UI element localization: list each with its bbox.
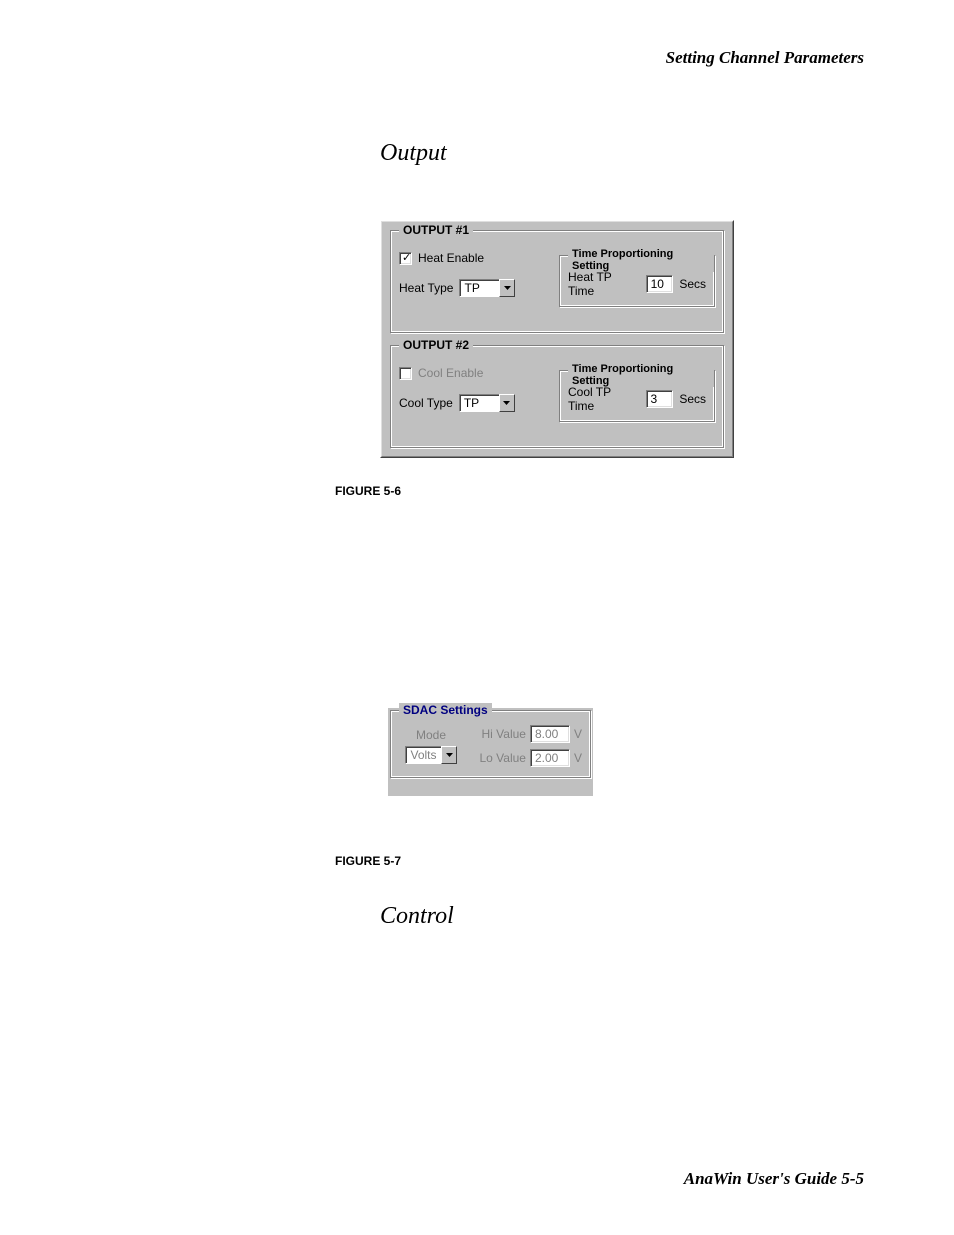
page-header: Setting Channel Parameters	[666, 48, 864, 68]
output1-tp-title: Time Proportioning Setting	[568, 248, 714, 272]
sdac-mode-label: Mode	[399, 728, 463, 742]
sdac-hi-label: Hi Value	[482, 727, 526, 741]
heat-tp-time-label: Heat TP Time	[568, 270, 640, 298]
sdac-lo-input[interactable]: 2.00	[530, 749, 570, 767]
sdac-mode-select[interactable]: Volts	[405, 746, 457, 764]
output1-group: OUTPUT #1 ✓ Heat Enable Heat Type	[390, 230, 724, 333]
heat-type-select[interactable]: TP	[459, 279, 515, 297]
heat-tp-time-unit: Secs	[679, 277, 706, 291]
figure-label-5-7: FIGURE 5-7	[335, 854, 401, 868]
heat-type-label: Heat Type	[399, 281, 453, 295]
sdac-group: SDAC Settings Mode Volts	[390, 710, 591, 778]
page-footer: AnaWin User's Guide 5-5	[684, 1169, 864, 1189]
output-dialog: OUTPUT #1 ✓ Heat Enable Heat Type	[380, 220, 734, 458]
chevron-down-icon[interactable]	[441, 746, 457, 764]
sdac-lo-unit: V	[574, 751, 582, 765]
cool-tp-time-unit: Secs	[679, 392, 706, 406]
sdac-hi-input[interactable]: 8.00	[530, 725, 570, 743]
sdac-title: SDAC Settings	[399, 703, 492, 717]
page: Setting Channel Parameters Output OUTPUT…	[0, 0, 954, 1235]
output2-group: OUTPUT #2 ✓ Cool Enable Cool Type	[390, 345, 724, 448]
output1-tp-group: Time Proportioning Setting Heat TP Time …	[559, 255, 715, 307]
output2-tp-group: Time Proportioning Setting Cool TP Time …	[559, 370, 715, 422]
cool-type-select[interactable]: TP	[459, 394, 515, 412]
sdac-lo-label: Lo Value	[480, 751, 526, 765]
chevron-down-icon[interactable]	[499, 394, 515, 412]
section-title-output: Output	[380, 140, 447, 167]
cool-enable-checkbox[interactable]: ✓ Cool Enable	[399, 366, 483, 380]
heat-tp-time-input[interactable]: 10	[646, 275, 674, 293]
cool-tp-time-label: Cool TP Time	[568, 385, 640, 413]
output2-title: OUTPUT #2	[399, 338, 473, 352]
cool-type-value: TP	[459, 394, 499, 412]
cool-tp-time-input[interactable]: 3	[646, 390, 674, 408]
cool-type-label: Cool Type	[399, 396, 453, 410]
figure-label-5-6: FIGURE 5-6	[335, 484, 401, 498]
section-title-control: Control	[380, 903, 454, 930]
heat-enable-label: Heat Enable	[418, 251, 484, 265]
output1-title: OUTPUT #1	[399, 223, 473, 237]
output2-tp-title: Time Proportioning Setting	[568, 363, 714, 387]
sdac-settings-dialog: SDAC Settings Mode Volts	[388, 708, 593, 796]
sdac-mode-value: Volts	[405, 746, 441, 764]
heat-type-value: TP	[459, 279, 499, 297]
chevron-down-icon[interactable]	[499, 279, 515, 297]
sdac-hi-unit: V	[574, 727, 582, 741]
heat-enable-checkbox[interactable]: ✓ Heat Enable	[399, 251, 484, 265]
cool-enable-label: Cool Enable	[418, 366, 483, 380]
